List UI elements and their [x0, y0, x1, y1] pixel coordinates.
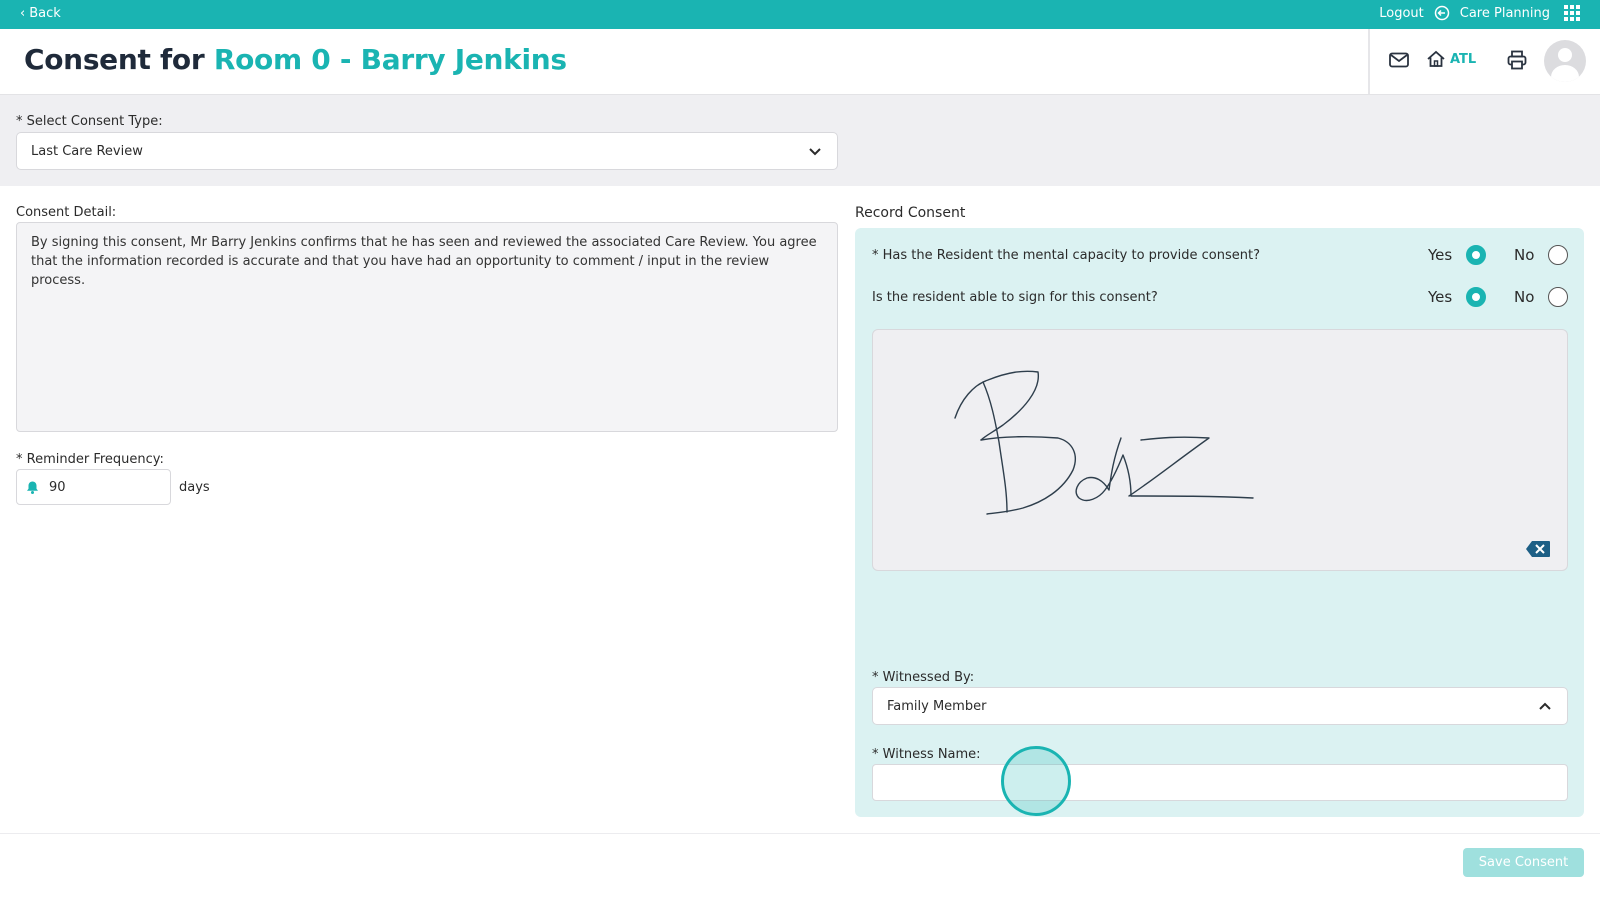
capacity-no-radio[interactable]: [1548, 245, 1569, 265]
avatar[interactable]: [1544, 40, 1586, 82]
reminder-frequency-input[interactable]: 90: [16, 469, 171, 505]
sign-no-label: No: [1514, 288, 1535, 306]
sign-yes-option[interactable]: Yes: [1428, 287, 1487, 307]
back-label: Back: [29, 6, 61, 21]
sign-question: Is the resident able to sign for this co…: [872, 290, 1158, 305]
reminder-frequency-value: 90: [49, 480, 66, 495]
consent-type-value: Last Care Review: [31, 144, 143, 159]
signature-drawing: [954, 370, 1254, 515]
capacity-no-label: No: [1514, 246, 1535, 264]
bell-icon: [27, 481, 38, 494]
logout-link[interactable]: Logout: [1379, 6, 1424, 21]
chevron-up-icon: [1539, 702, 1551, 710]
record-consent-panel: * Has the Resident the mental capacity t…: [855, 228, 1584, 817]
clear-signature-icon[interactable]: [1525, 540, 1551, 558]
apps-grid-icon[interactable]: [1564, 5, 1580, 21]
consent-detail-label: Consent Detail:: [16, 205, 117, 220]
print-icon[interactable]: [1506, 49, 1528, 71]
home-selector[interactable]: ATL: [1426, 49, 1476, 69]
witnessed-by-label: * Witnessed By:: [872, 670, 975, 685]
witnessed-by-select[interactable]: Family Member: [872, 687, 1568, 725]
reminder-unit: days: [179, 480, 210, 495]
sign-no-option[interactable]: No: [1514, 287, 1569, 307]
consent-type-label: * Select Consent Type:: [16, 114, 163, 129]
consent-type-section: * Select Consent Type: Last Care Review: [0, 95, 1600, 186]
top-bar: ‹ Back Logout Care Planning: [0, 0, 1600, 29]
save-consent-button[interactable]: Save Consent: [1463, 848, 1584, 877]
reminder-frequency-label: * Reminder Frequency:: [16, 452, 164, 467]
home-code: ATL: [1450, 51, 1477, 67]
witnessed-by-value: Family Member: [887, 699, 987, 714]
capacity-question: * Has the Resident the mental capacity t…: [872, 248, 1260, 263]
record-consent-title: Record Consent: [855, 205, 966, 221]
capacity-yes-label: Yes: [1428, 246, 1453, 264]
footer: Save Consent: [0, 833, 1600, 900]
page-title-subject: Room 0 - Barry Jenkins: [213, 43, 567, 76]
chevron-down-icon: [809, 148, 821, 156]
back-link[interactable]: ‹ Back: [20, 6, 61, 21]
sign-no-radio[interactable]: [1548, 287, 1569, 307]
logout-icon[interactable]: [1434, 5, 1450, 21]
page-header: Consent for Room 0 - Barry Jenkins ATL: [0, 29, 1600, 95]
capacity-yes-option[interactable]: Yes: [1428, 245, 1487, 265]
sign-yes-label: Yes: [1428, 288, 1453, 306]
consent-detail-text: By signing this consent, Mr Barry Jenkin…: [16, 222, 838, 432]
header-tools: ATL: [1368, 29, 1600, 94]
consent-type-select[interactable]: Last Care Review: [16, 132, 838, 170]
sign-yes-radio[interactable]: [1466, 287, 1487, 307]
capacity-no-option[interactable]: No: [1514, 245, 1569, 265]
capacity-yes-radio[interactable]: [1466, 245, 1487, 265]
witness-name-label: * Witness Name:: [872, 747, 981, 762]
signature-pad[interactable]: [872, 329, 1568, 571]
page-title-prefix: Consent for: [24, 43, 205, 76]
home-icon: [1427, 50, 1445, 67]
page-title: Consent for Room 0 - Barry Jenkins: [24, 43, 567, 76]
module-label[interactable]: Care Planning: [1460, 6, 1550, 21]
mail-icon[interactable]: [1388, 49, 1410, 71]
chevron-left-icon: ‹: [20, 6, 26, 21]
witness-name-input[interactable]: [872, 764, 1568, 801]
